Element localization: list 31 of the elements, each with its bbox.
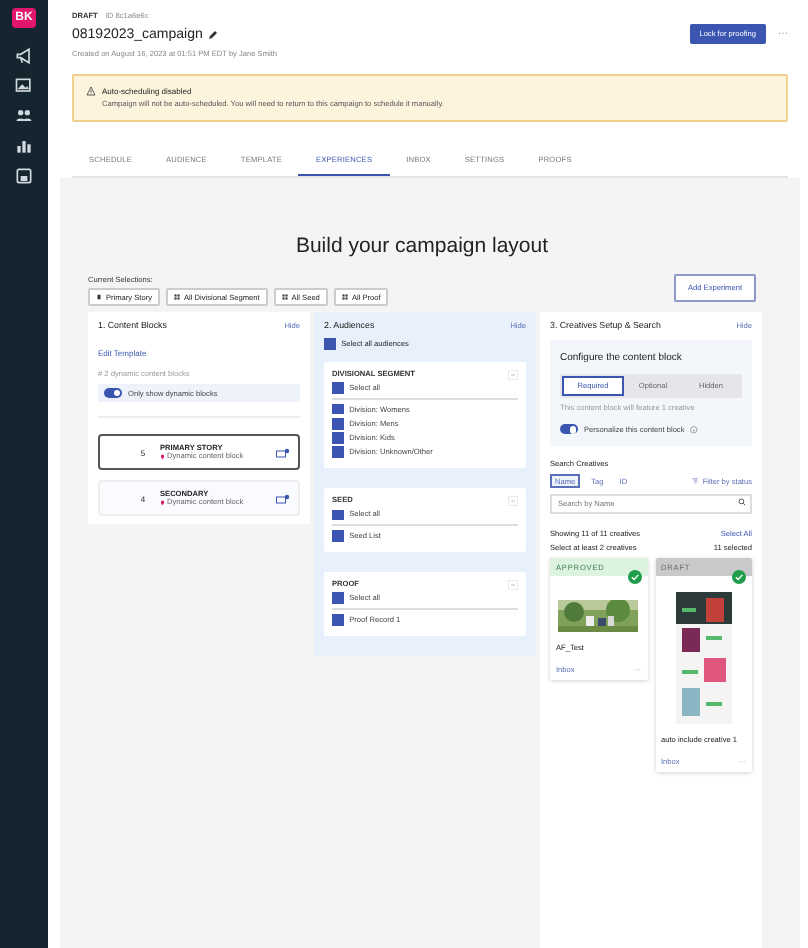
checkbox[interactable] <box>332 446 344 458</box>
people-icon[interactable] <box>14 106 34 126</box>
check-icon[interactable] <box>627 569 641 584</box>
checkbox[interactable] <box>332 530 344 542</box>
checkbox[interactable] <box>332 613 344 625</box>
grid-icon <box>174 294 180 300</box>
toggle-switch[interactable] <box>560 424 578 435</box>
image-icon[interactable] <box>14 76 34 96</box>
checkbox[interactable] <box>332 382 344 394</box>
block-settings-icon[interactable] <box>276 493 290 503</box>
pencil-icon[interactable] <box>208 30 219 40</box>
block-icon <box>96 294 102 300</box>
warning-icon <box>86 86 96 96</box>
grid-icon <box>281 294 288 300</box>
pin-icon <box>160 499 165 505</box>
megaphone-icon[interactable] <box>14 46 34 66</box>
filter-icon <box>691 478 699 486</box>
toggle-switch[interactable] <box>104 388 122 398</box>
checkbox[interactable] <box>324 338 336 350</box>
block-settings-icon[interactable] <box>276 447 290 457</box>
checkbox[interactable] <box>332 592 344 604</box>
grid-icon <box>341 294 348 300</box>
checkbox[interactable] <box>332 417 344 430</box>
search-icon[interactable] <box>738 498 746 507</box>
pin-icon <box>160 453 165 459</box>
chart-icon[interactable] <box>14 136 34 156</box>
check-icon[interactable] <box>732 569 746 584</box>
checkbox[interactable] <box>332 432 344 444</box>
page-title: Build your campaign layout <box>293 234 551 258</box>
checkbox[interactable] <box>332 403 344 415</box>
checkbox[interactable] <box>332 509 344 521</box>
